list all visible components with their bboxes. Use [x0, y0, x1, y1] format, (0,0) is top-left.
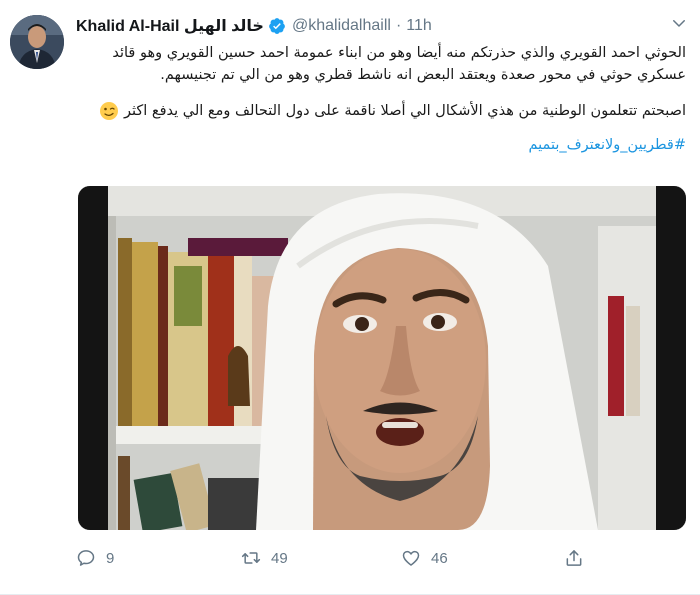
winking-face-emoji	[99, 101, 119, 121]
like-button[interactable]: 46	[401, 548, 448, 568]
tweet-timestamp[interactable]: 11h	[406, 17, 432, 35]
tweet-action-bar: 9 49 46	[76, 548, 596, 574]
video-frame-image	[78, 186, 686, 530]
tweet-text: الحوثي احمد القويري والذي حذرتكم منه أيض…	[76, 42, 686, 156]
tweet-card[interactable]: Khalid Al-Hail خالد الهيل @khalidalhaill…	[0, 0, 700, 595]
author-handle[interactable]: @khalidalhaill	[292, 17, 391, 35]
tweet-video[interactable]	[78, 186, 686, 530]
retweet-icon	[241, 552, 261, 564]
chevron-down-icon[interactable]	[670, 14, 688, 32]
author-name[interactable]: Khalid Al-Hail خالد الهيل	[76, 16, 264, 36]
hashtag-link[interactable]: #قطريين_ولانعترف_بتميم	[76, 134, 686, 156]
retweet-button[interactable]: 49	[241, 548, 288, 568]
like-icon	[402, 550, 420, 566]
like-count: 46	[431, 549, 448, 567]
retweet-count: 49	[271, 549, 288, 567]
reply-icon	[77, 550, 95, 566]
tweet-header: Khalid Al-Hail خالد الهيل @khalidalhaill…	[76, 14, 688, 38]
avatar-image	[10, 15, 64, 69]
tweet-paragraph-2-line: اصبحتم تتعلمون الوطنية من هذي الأشكال ال…	[76, 100, 686, 122]
tweet-paragraph-1: الحوثي احمد القويري والذي حذرتكم منه أيض…	[112, 45, 686, 83]
avatar[interactable]	[10, 15, 64, 69]
tweet-paragraph-2: اصبحتم تتعلمون الوطنية من هذي الأشكال ال…	[123, 103, 686, 119]
share-icon	[566, 550, 582, 566]
share-button[interactable]	[564, 548, 594, 568]
reply-count: 9	[106, 549, 115, 567]
separator: ·	[395, 17, 402, 34]
verified-badge-icon	[268, 17, 286, 35]
reply-button[interactable]: 9	[76, 548, 114, 568]
